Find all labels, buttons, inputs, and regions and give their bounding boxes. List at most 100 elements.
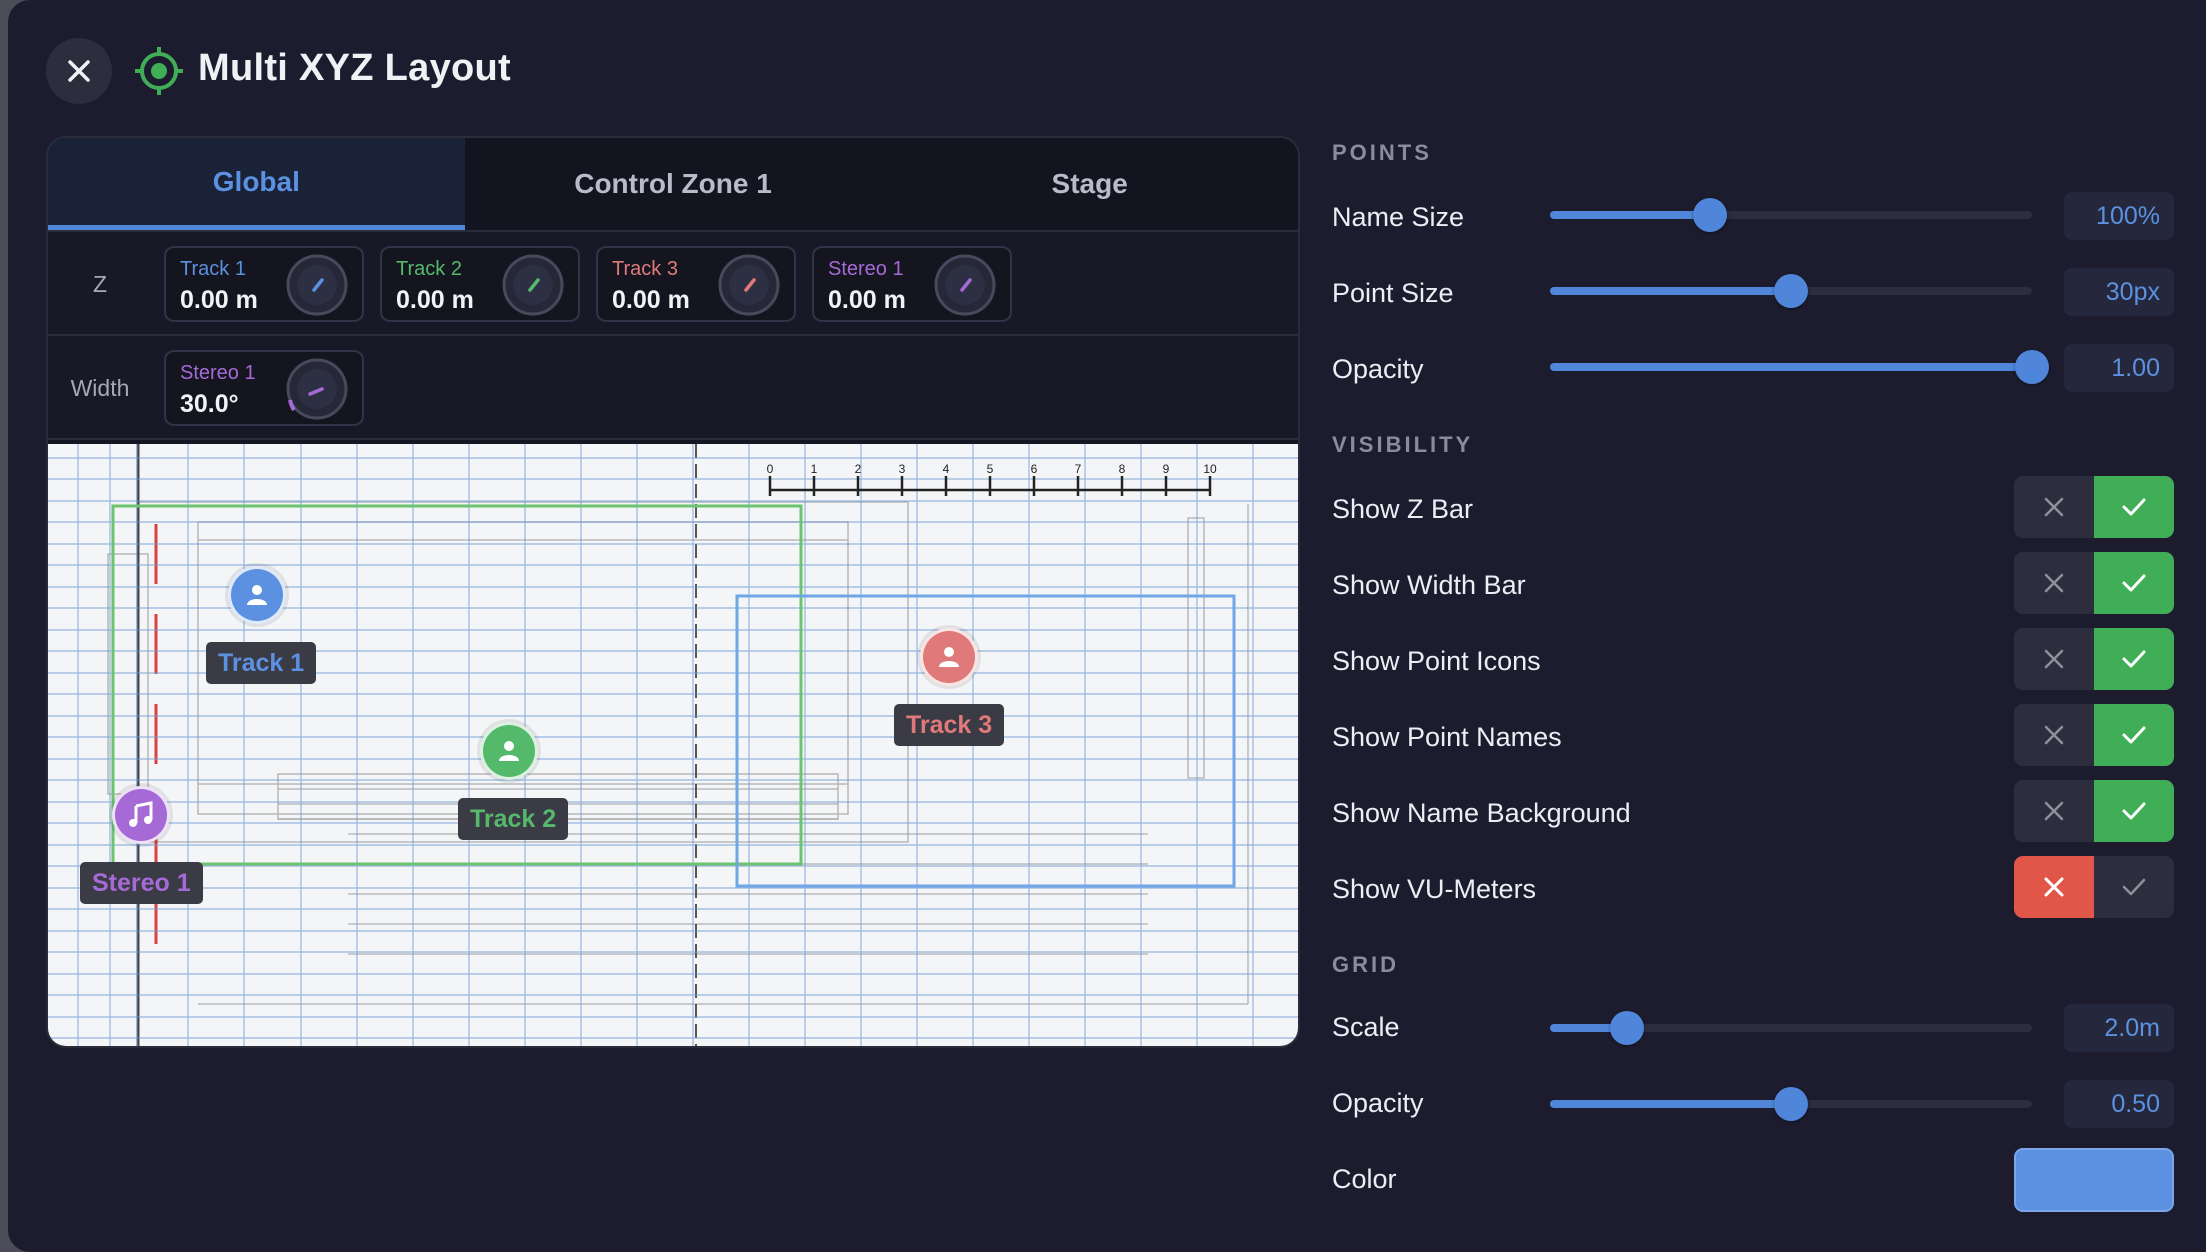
scale-tick: 8 — [1119, 462, 1126, 476]
x-icon — [2044, 573, 2064, 593]
points-section-title: POINTS — [1332, 140, 1432, 165]
slider-fill — [1550, 287, 1791, 295]
chip-name: Stereo 1 — [828, 258, 904, 280]
show-vu-meters-label: Show VU-Meters — [1332, 874, 1537, 904]
toggle-off-button[interactable] — [2014, 856, 2094, 918]
grid-scale-value[interactable]: 2.0m — [2064, 1004, 2174, 1052]
knob-icon[interactable] — [284, 252, 350, 318]
scale-tick: 3 — [899, 462, 906, 476]
close-button[interactable] — [46, 38, 112, 104]
grid-scale-label: Scale — [1332, 1012, 1400, 1042]
target-icon — [135, 47, 183, 95]
grid-color-swatch[interactable] — [2014, 1148, 2174, 1212]
slider-fill — [1550, 211, 1710, 219]
chip-name: Track 3 — [612, 258, 678, 280]
toggle-on-button[interactable] — [2094, 552, 2174, 614]
show-name-background-toggle[interactable] — [2014, 780, 2174, 842]
points-opacity-slider[interactable] — [1550, 350, 2049, 384]
person-icon — [247, 585, 267, 605]
show-point-names-toggle[interactable] — [2014, 704, 2174, 766]
layout-panel: Global Control Zone 1 Stage Z Track 1 0.… — [46, 136, 1300, 1048]
scale-tick: 7 — [1075, 462, 1082, 476]
point-track-3[interactable] — [920, 628, 978, 686]
width-bar: Width Stereo 1 30.0° — [48, 336, 1298, 440]
toggle-off-button[interactable] — [2014, 552, 2094, 614]
tab-stage[interactable]: Stage — [881, 138, 1298, 230]
point-size-value[interactable]: 30px — [2064, 268, 2174, 316]
toggle-off-button[interactable] — [2014, 780, 2094, 842]
chip-name: Track 2 — [396, 258, 462, 280]
show-z-bar-label: Show Z Bar — [1332, 494, 1474, 524]
point-label-stereo-1: Stereo 1 — [80, 862, 203, 904]
slider-fill — [1550, 363, 2032, 371]
knob-icon[interactable] — [932, 252, 998, 318]
check-icon — [2122, 574, 2146, 592]
scale-tick: 1 — [811, 462, 818, 476]
toggle-off-button[interactable] — [2014, 476, 2094, 538]
chip-value: 0.00 m — [396, 286, 474, 314]
slider-thumb[interactable] — [2015, 350, 2049, 384]
z-bar: Z Track 1 0.00 m Track 2 0.00 m Track 3 … — [48, 232, 1298, 336]
point-size-label: Point Size — [1332, 278, 1454, 308]
toggle-on-button[interactable] — [2094, 476, 2174, 538]
show-name-background-label: Show Name Background — [1332, 798, 1631, 828]
toggle-off-button[interactable] — [2014, 704, 2094, 766]
toggle-on-button[interactable] — [2094, 856, 2174, 918]
check-icon — [2122, 802, 2146, 820]
person-icon — [499, 741, 519, 761]
zone-green[interactable] — [111, 504, 803, 866]
slider-thumb[interactable] — [1774, 1087, 1808, 1121]
toggle-on-button[interactable] — [2094, 628, 2174, 690]
point-stereo-1[interactable] — [112, 786, 170, 844]
chip-value: 0.00 m — [612, 286, 690, 314]
grid-opacity-value[interactable]: 0.50 — [2064, 1080, 2174, 1128]
layout-canvas[interactable]: 0 1 2 3 4 5 6 7 8 9 10 Track 1 Track 2 T… — [48, 444, 1298, 1046]
name-size-label: Name Size — [1332, 202, 1465, 232]
z-chip-track-1[interactable]: Track 1 0.00 m — [164, 246, 364, 322]
knob-icon[interactable] — [716, 252, 782, 318]
points-opacity-value[interactable]: 1.00 — [2064, 344, 2174, 392]
width-bar-label: Width — [70, 374, 130, 401]
grid-opacity-label: Opacity — [1332, 1088, 1424, 1118]
show-vu-meters-toggle[interactable] — [2014, 856, 2174, 918]
x-icon — [2044, 877, 2064, 897]
toggle-on-button[interactable] — [2094, 704, 2174, 766]
tab-bar: Global Control Zone 1 Stage — [48, 138, 1298, 232]
scale-tick: 10 — [1203, 462, 1217, 476]
z-chip-track-2[interactable]: Track 2 0.00 m — [380, 246, 580, 322]
point-track-2[interactable] — [480, 722, 538, 780]
show-point-icons-label: Show Point Icons — [1332, 646, 1541, 676]
name-size-value[interactable]: 100% — [2064, 192, 2174, 240]
grid-opacity-slider[interactable] — [1550, 1087, 2032, 1121]
point-size-slider[interactable] — [1550, 274, 2032, 308]
point-track-1[interactable] — [228, 566, 286, 624]
music-note-icon — [129, 801, 153, 827]
show-point-names-label: Show Point Names — [1332, 722, 1562, 752]
show-width-bar-toggle[interactable] — [2014, 552, 2174, 614]
toggle-on-button[interactable] — [2094, 780, 2174, 842]
point-label-track-3: Track 3 — [894, 704, 1005, 746]
chip-name: Stereo 1 — [180, 362, 256, 384]
show-z-bar-toggle[interactable] — [2014, 476, 2174, 538]
grid-scale-slider[interactable] — [1550, 1011, 2032, 1045]
tab-global[interactable]: Global — [48, 138, 465, 230]
toggle-off-button[interactable] — [2014, 628, 2094, 690]
scale-tick: 6 — [1031, 462, 1038, 476]
show-width-bar-label: Show Width Bar — [1332, 570, 1526, 600]
width-chip-stereo-1[interactable]: Stereo 1 30.0° — [164, 350, 364, 426]
scale-tick: 4 — [943, 462, 950, 476]
chip-value: 0.00 m — [828, 286, 906, 314]
slider-thumb[interactable] — [1693, 198, 1727, 232]
z-chip-stereo-1[interactable]: Stereo 1 0.00 m — [812, 246, 1012, 322]
x-icon — [2044, 801, 2064, 821]
visibility-section-title: VISIBILITY — [1332, 432, 1474, 457]
name-size-slider[interactable] — [1550, 198, 2032, 232]
check-icon — [2122, 878, 2146, 896]
knob-icon[interactable] — [284, 356, 350, 422]
knob-icon[interactable] — [500, 252, 566, 318]
tab-control-zone-1[interactable]: Control Zone 1 — [465, 138, 882, 230]
z-chip-track-3[interactable]: Track 3 0.00 m — [596, 246, 796, 322]
slider-thumb[interactable] — [1774, 274, 1808, 308]
show-point-icons-toggle[interactable] — [2014, 628, 2174, 690]
slider-thumb[interactable] — [1610, 1011, 1644, 1045]
